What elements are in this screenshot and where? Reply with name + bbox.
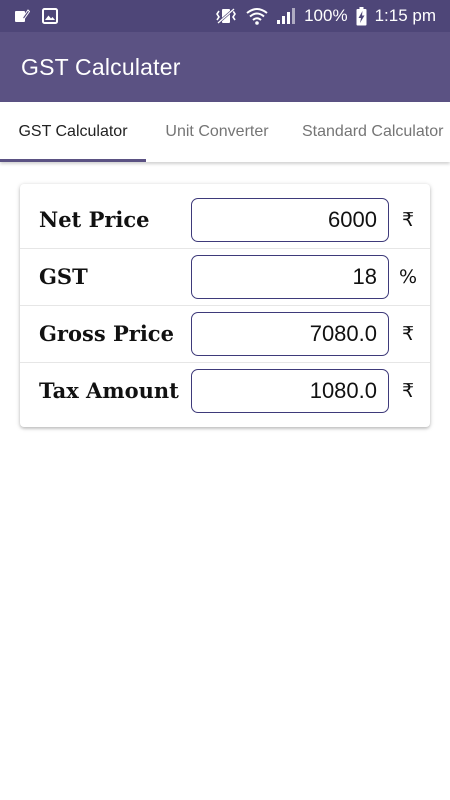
battery-charging-icon (356, 6, 367, 26)
percent-unit: % (399, 265, 418, 288)
image-notification-icon (42, 8, 58, 24)
app-title: GST Calculater (21, 53, 181, 80)
battery-percentage: 100% (304, 6, 348, 25)
row-tax-amount: Tax Amount ₹ (20, 362, 430, 419)
signal-icon (276, 7, 296, 25)
status-time: 1:15 pm (374, 6, 436, 25)
tab-indicator (0, 159, 146, 162)
tab-standard-calculator[interactable]: Standard Calculator (302, 102, 450, 162)
edit-notification-icon (14, 8, 30, 24)
vibrate-icon (214, 7, 238, 25)
gst-card: Net Price ₹ GST % Gross Price ₹ Tax Amou… (20, 184, 430, 427)
tab-unit-converter[interactable]: Unit Converter (146, 102, 288, 162)
net-price-label: Net Price (39, 207, 150, 232)
tax-amount-input[interactable] (191, 368, 389, 413)
row-gst: GST % (20, 248, 430, 305)
tab-bar: GST Calculator Unit Converter Standard C… (0, 102, 450, 162)
status-right-icons: 100% 1:15 pm (214, 6, 436, 26)
rupee-unit: ₹ (402, 208, 415, 231)
row-net-price: Net Price ₹ (20, 191, 430, 248)
wifi-icon (246, 7, 268, 25)
net-price-input[interactable] (191, 197, 389, 242)
gross-price-input[interactable] (191, 311, 389, 356)
status-left-icons (14, 8, 58, 24)
app-bar: GST Calculater (0, 32, 450, 102)
gross-price-label: Gross Price (39, 321, 174, 346)
tab-gst-calculator[interactable]: GST Calculator (0, 102, 146, 162)
row-gross-price: Gross Price ₹ (20, 305, 430, 362)
status-bar: 100% 1:15 pm (0, 0, 450, 32)
gst-rate-input[interactable] (191, 254, 389, 299)
gst-label: GST (39, 264, 88, 289)
rupee-unit: ₹ (402, 322, 415, 345)
tax-amount-label: Tax Amount (39, 378, 179, 403)
rupee-unit: ₹ (402, 379, 415, 402)
